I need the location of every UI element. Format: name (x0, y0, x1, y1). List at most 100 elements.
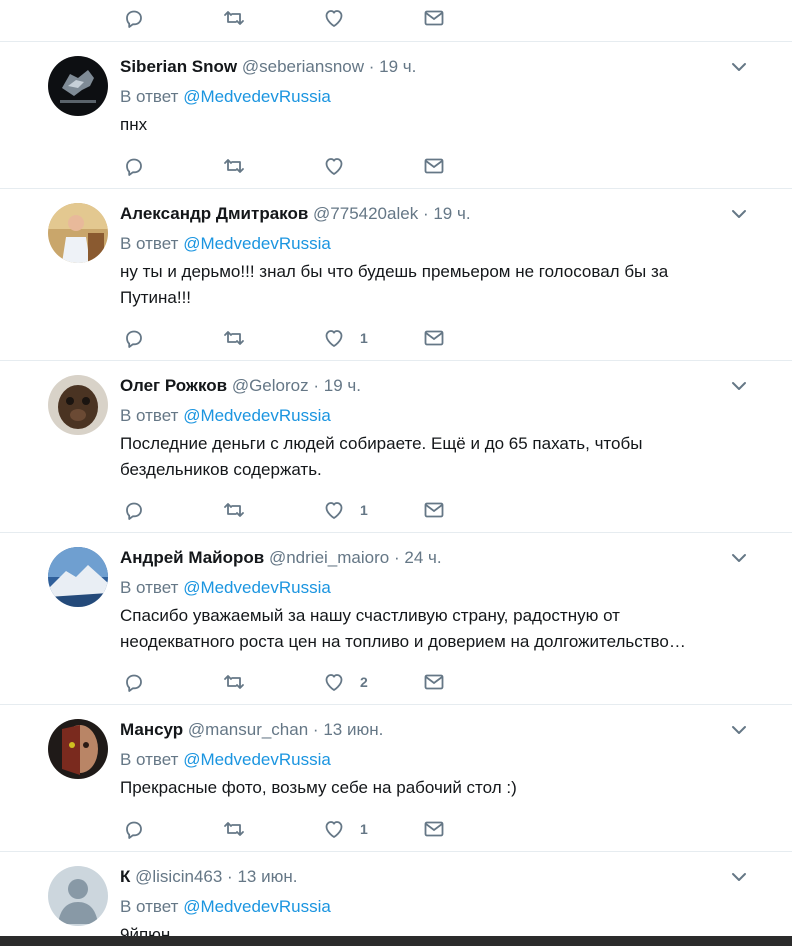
retweet-icon (224, 331, 244, 345)
retweet-button[interactable] (222, 670, 322, 694)
like-count: 1 (360, 821, 368, 837)
avatar[interactable] (48, 56, 108, 116)
tweet-item[interactable]: Андрей Майоров @ndriei_maioro · 24 ч. В … (0, 533, 792, 705)
timestamp[interactable]: 24 ч. (404, 548, 441, 567)
chevron-down-icon[interactable] (730, 58, 748, 76)
envelope-icon (424, 158, 444, 174)
tweet-text: ну ты и дерьмо!!! знал бы что будешь пре… (120, 262, 669, 307)
timestamp[interactable]: 19 ч. (324, 376, 361, 395)
avatar[interactable] (48, 375, 108, 435)
tweet-header: Siberian Snow @seberiansnow · 19 ч. (120, 56, 752, 78)
reply-button[interactable] (122, 817, 222, 841)
retweet-icon (224, 11, 244, 25)
chevron-down-icon[interactable] (730, 205, 748, 223)
dm-button[interactable] (422, 817, 522, 841)
user-name[interactable]: Андрей Майоров (120, 548, 264, 567)
user-handle[interactable]: @ndriei_maioro (269, 548, 389, 567)
like-button[interactable] (322, 154, 422, 178)
reply-icon (126, 158, 142, 176)
heart-icon (325, 502, 343, 519)
timestamp[interactable]: 13 июн. (323, 720, 383, 739)
avatar[interactable] (48, 866, 108, 926)
user-handle[interactable]: @775420alek (313, 204, 418, 223)
envelope-icon (424, 10, 444, 26)
reply-context: В ответ @MedvedevRussia (120, 896, 752, 918)
heart-icon (325, 158, 343, 175)
tweet-actions: 2 (122, 670, 522, 694)
retweet-button[interactable] (222, 817, 322, 841)
like-count: 1 (360, 502, 368, 518)
dm-button[interactable] (422, 326, 522, 350)
timestamp[interactable]: 19 ч. (433, 204, 470, 223)
tweet-text: Прекрасные фото, возьму себе на рабочий … (120, 778, 517, 797)
dm-button[interactable] (422, 498, 522, 522)
reply-to-link[interactable]: @MedvedevRussia (183, 897, 331, 916)
tweet-text: пнх (120, 115, 148, 134)
reply-to-link[interactable]: @MedvedevRussia (183, 234, 331, 253)
tweet-header: Андрей Майоров @ndriei_maioro · 24 ч. (120, 547, 752, 569)
chevron-down-icon[interactable] (730, 868, 748, 886)
timestamp[interactable]: 13 июн. (237, 867, 297, 886)
user-name[interactable]: Александр Дмитраков (120, 204, 308, 223)
user-handle[interactable]: @lisicin463 (135, 867, 222, 886)
user-name[interactable]: Siberian Snow (120, 57, 237, 76)
avatar[interactable] (48, 719, 108, 779)
tweet-actions (122, 6, 522, 30)
dm-button[interactable] (422, 6, 522, 30)
chevron-down-icon[interactable] (730, 377, 748, 395)
reply-context: В ответ @MedvedevRussia (120, 749, 752, 771)
reply-to-link[interactable]: @MedvedevRussia (183, 750, 331, 769)
dm-button[interactable] (422, 154, 522, 178)
chevron-down-icon[interactable] (730, 721, 748, 739)
tweet-header: К @lisicin463 · 13 июн. (120, 866, 752, 888)
tweet-item[interactable]: Мансур @mansur_chan · 13 июн. В ответ @M… (0, 705, 792, 852)
reply-icon (126, 330, 142, 348)
retweet-button[interactable] (222, 6, 322, 30)
reply-context: В ответ @MedvedevRussia (120, 577, 752, 599)
user-handle[interactable]: @seberiansnow (242, 57, 364, 76)
envelope-icon (424, 330, 444, 346)
tweet-actions: 1 (122, 326, 522, 350)
avatar[interactable] (48, 203, 108, 263)
reply-button[interactable] (122, 498, 222, 522)
user-name[interactable]: Олег Рожков (120, 376, 227, 395)
chevron-down-icon[interactable] (730, 549, 748, 567)
retweet-icon (224, 675, 244, 689)
reply-button[interactable] (122, 670, 222, 694)
wolf-logo-image (48, 56, 108, 116)
user-handle[interactable]: @Geloroz (232, 376, 309, 395)
tweet-item[interactable]: Олег Рожков @Geloroz · 19 ч. В ответ @Me… (0, 361, 792, 533)
reply-icon (126, 674, 142, 692)
like-count: 1 (360, 330, 368, 346)
like-button[interactable]: 2 (322, 670, 422, 694)
tweet-actions (122, 154, 522, 178)
user-name[interactable]: К (120, 867, 130, 886)
like-count: 2 (360, 674, 368, 690)
reply-icon (126, 10, 142, 28)
retweet-button[interactable] (222, 154, 322, 178)
reply-to-link[interactable]: @MedvedevRussia (183, 87, 331, 106)
reply-to-link[interactable]: @MedvedevRussia (183, 578, 331, 597)
tweet-item[interactable] (0, 0, 792, 42)
retweet-button[interactable] (222, 326, 322, 350)
tweet-item[interactable]: Александр Дмитраков @775420alek · 19 ч. … (0, 189, 792, 361)
avatar[interactable] (48, 547, 108, 607)
separator-dot: · (368, 57, 375, 76)
reply-button[interactable] (122, 6, 222, 30)
retweet-button[interactable] (222, 498, 322, 522)
tweet-item[interactable]: К @lisicin463 · 13 июн. В ответ @Medvede… (0, 852, 792, 946)
like-button[interactable]: 1 (322, 817, 422, 841)
like-button[interactable]: 1 (322, 498, 422, 522)
reply-button[interactable] (122, 154, 222, 178)
tweet-item[interactable]: Siberian Snow @seberiansnow · 19 ч. В от… (0, 42, 792, 189)
reply-button[interactable] (122, 326, 222, 350)
like-button[interactable] (322, 6, 422, 30)
like-button[interactable]: 1 (322, 326, 422, 350)
user-handle[interactable]: @mansur_chan (188, 720, 308, 739)
reply-to-link[interactable]: @MedvedevRussia (183, 406, 331, 425)
reply-prefix: В ответ (120, 406, 179, 425)
separator-dot: · (422, 204, 429, 223)
dm-button[interactable] (422, 670, 522, 694)
timestamp[interactable]: 19 ч. (379, 57, 416, 76)
user-name[interactable]: Мансур (120, 720, 183, 739)
